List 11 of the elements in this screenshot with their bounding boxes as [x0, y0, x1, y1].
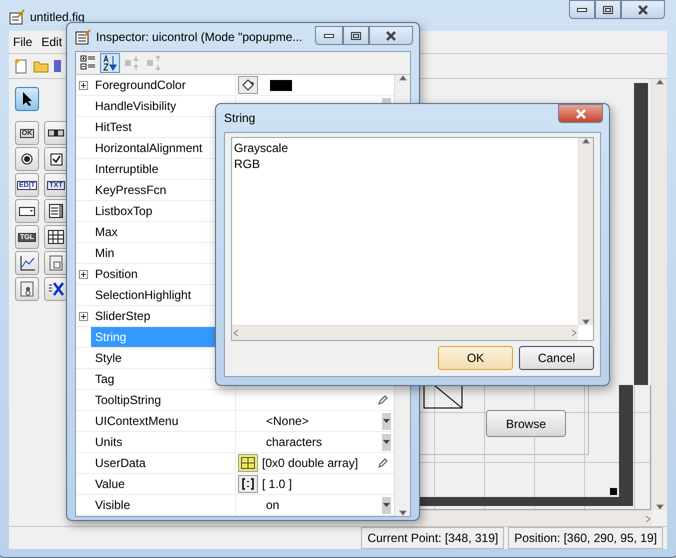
window-title: Inspector: uicontrol (Mode "popupme...: [96, 30, 302, 44]
property-value: characters: [266, 435, 322, 449]
status-text: Current Point: [348, 319]: [361, 527, 504, 549]
text-line: RGB: [234, 156, 262, 172]
property-value: [0x0 double array]: [262, 456, 358, 470]
property-value: [ 1.0 ]: [262, 477, 292, 491]
window-title: untitled.fig: [30, 10, 85, 24]
property-value: on: [266, 498, 280, 512]
property-value: <None>: [266, 414, 309, 428]
text-line: Grayscale: [234, 140, 290, 156]
status-text: Position: [360, 290, 95, 19]: [508, 527, 663, 549]
